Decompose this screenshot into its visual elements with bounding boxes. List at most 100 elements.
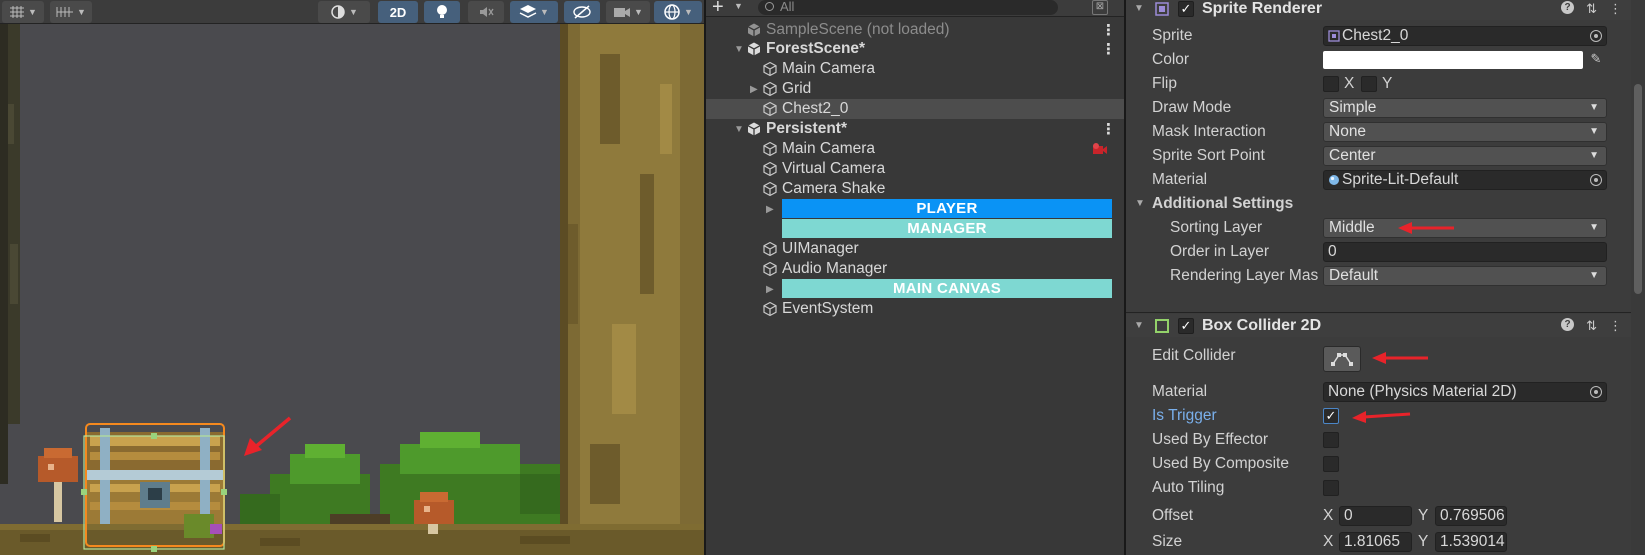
draw-mode-dropdown[interactable]: Simple ▼ [1323, 98, 1607, 118]
gizmos-button[interactable]: ▼ [654, 1, 702, 23]
hierarchy-search-input[interactable]: All [758, 0, 1058, 15]
view-2d-toggle[interactable]: 2D [378, 1, 418, 23]
hierarchy-item-main-canvas[interactable]: ▶ MAIN CANVAS [706, 279, 1124, 299]
flip-y-label: Y [1382, 75, 1393, 92]
eyedropper-icon[interactable]: ✎ [1586, 51, 1606, 69]
presets-icon[interactable]: ⇅ [1586, 318, 1597, 334]
gameobject-cube-icon [762, 61, 778, 77]
fold-arrow-icon[interactable]: ▼ [1134, 3, 1144, 14]
more-options-icon[interactable]: ⋮ [1101, 21, 1116, 39]
help-icon[interactable]: ? [1561, 317, 1575, 331]
scene-canvas[interactable] [0, 24, 704, 555]
flip-x-checkbox[interactable] [1323, 76, 1339, 92]
effects-button[interactable]: ▼ [510, 1, 558, 23]
collider-handle-left[interactable] [81, 489, 87, 495]
more-options-icon[interactable]: ⋮ [1101, 40, 1116, 58]
is-trigger-checkbox[interactable]: ✓ [1323, 408, 1339, 424]
mask-interaction-dropdown[interactable]: None ▼ [1323, 122, 1607, 142]
scene-view[interactable]: ▼ ▼ ▼ 2D ▼ ▼ ▼ [0, 0, 704, 555]
draw-mode-button[interactable]: ▼ [318, 1, 370, 23]
hierarchy-item-2[interactable]: Main Camera [706, 59, 1124, 79]
material-object-field[interactable]: Sprite-Lit-Default [1323, 170, 1607, 190]
grid-snap-button[interactable]: ▼ [2, 1, 44, 23]
offset-x-input[interactable]: 0 [1339, 506, 1412, 526]
chevron-down-icon: ▼ [1589, 222, 1599, 233]
presets-icon[interactable]: ⇅ [1586, 1, 1597, 17]
chevron-down-icon[interactable]: ▼ [734, 1, 743, 11]
property-label: Sprite Sort Point [1152, 147, 1265, 164]
used-by-effector-checkbox[interactable] [1323, 432, 1339, 448]
hierarchy-item-manager[interactable]: MANAGER [706, 219, 1124, 239]
collider-handle-right[interactable] [221, 489, 227, 495]
hierarchy-item-label: Camera Shake [782, 180, 886, 197]
sorting-layer-dropdown[interactable]: Middle ▼ [1323, 218, 1607, 238]
audio-toggle[interactable] [468, 1, 504, 23]
more-options-icon[interactable]: ⋮ [1609, 1, 1622, 17]
additional-settings-foldout[interactable]: ▼ Additional Settings [1126, 192, 1632, 216]
collider-handle-top[interactable] [151, 433, 157, 439]
scrollbar-thumb[interactable] [1634, 84, 1642, 294]
used-by-composite-checkbox[interactable] [1323, 456, 1339, 472]
box-collider-icon [1155, 318, 1169, 333]
physics-material-value: None (Physics Material 2D) [1328, 383, 1517, 400]
size-y-input[interactable]: 1.539014 [1435, 532, 1507, 552]
color-swatch[interactable] [1323, 51, 1583, 69]
hierarchy-item-8[interactable]: Camera Shake [706, 179, 1124, 199]
object-picker-icon[interactable] [1590, 386, 1602, 398]
chest-sprite[interactable] [86, 428, 224, 538]
hierarchy-item-7[interactable]: Virtual Camera [706, 159, 1124, 179]
sprite-renderer-header[interactable]: ▼ ✓ Sprite Renderer ? ⇅ ⋮ [1126, 0, 1632, 20]
hierarchy-item-3[interactable]: ▶ Grid [706, 79, 1124, 99]
lighting-toggle[interactable] [424, 1, 460, 23]
object-picker-icon[interactable] [1590, 174, 1602, 186]
add-object-button[interactable]: + [712, 0, 724, 19]
hierarchy-item-4[interactable]: Chest2_0 [706, 99, 1124, 119]
hierarchy-item-11[interactable]: UIManager [706, 239, 1124, 259]
sprite-value: Chest2_0 [1342, 27, 1409, 44]
expand-arrow-icon[interactable]: ▶ [766, 284, 774, 295]
collapse-arrow-icon[interactable]: ▼ [734, 124, 744, 135]
sprite-object-field[interactable]: Chest2_0 [1323, 26, 1607, 46]
lock-icon[interactable]: ⊠ [1092, 0, 1108, 15]
hierarchy-item-6[interactable]: Main Camera [706, 139, 1124, 159]
annotation-arrow [1372, 352, 1428, 364]
hierarchy-scene-5[interactable]: ▼ Persistent* ⋮ [706, 119, 1124, 139]
fold-arrow-icon[interactable]: ▼ [1135, 198, 1145, 209]
hierarchy-scene-1[interactable]: ▼ ForestScene* ⋮ [706, 39, 1124, 59]
search-placeholder: All [780, 0, 795, 14]
fold-arrow-icon[interactable]: ▼ [1134, 320, 1144, 331]
property-label: Auto Tiling [1152, 479, 1225, 496]
expand-arrow-icon[interactable]: ▶ [750, 84, 758, 95]
camera-settings-button[interactable]: ▼ [606, 1, 650, 23]
scene-visibility-toggle[interactable] [564, 1, 600, 23]
help-icon[interactable]: ? [1561, 0, 1575, 14]
more-options-icon[interactable]: ⋮ [1101, 120, 1116, 138]
order-in-layer-input[interactable]: 0 [1323, 242, 1607, 262]
component-enabled-checkbox[interactable]: ✓ [1178, 0, 1194, 17]
rendering-layer-dropdown[interactable]: Default ▼ [1323, 266, 1607, 286]
collider-handle-bottom[interactable] [151, 546, 157, 552]
size-x-input[interactable]: 1.81065 [1339, 532, 1412, 552]
auto-tiling-checkbox[interactable] [1323, 480, 1339, 496]
sort-point-dropdown[interactable]: Center ▼ [1323, 146, 1607, 166]
hierarchy-scene-0[interactable]: SampleScene (not loaded) ⋮ [706, 20, 1124, 40]
hierarchy-item-12[interactable]: Audio Manager [706, 259, 1124, 279]
offset-y-input[interactable]: 0.769506 [1435, 506, 1507, 526]
hierarchy-item-player[interactable]: ▶ PLAYER [706, 199, 1124, 219]
expand-arrow-icon[interactable]: ▶ [766, 204, 774, 215]
mask-interaction-property: Mask Interaction None ▼ [1126, 120, 1632, 144]
component-enabled-checkbox[interactable]: ✓ [1178, 317, 1194, 334]
box-collider-header[interactable]: ▼ ✓ Box Collider 2D ? ⇅ ⋮ [1126, 314, 1632, 337]
inspector-scrollbar[interactable] [1631, 0, 1645, 555]
edit-collider-button[interactable] [1323, 346, 1361, 372]
physics-material-field[interactable]: None (Physics Material 2D) [1323, 382, 1607, 402]
hierarchy-item-14[interactable]: EventSystem [706, 299, 1124, 319]
flip-y-checkbox[interactable] [1361, 76, 1377, 92]
size-property: Size X 1.81065 Y 1.539014 [1126, 530, 1632, 554]
gameobject-cube-icon [762, 261, 778, 277]
rendering-layer-property: Rendering Layer Mas Default ▼ [1126, 264, 1632, 288]
snap-increment-button[interactable]: ▼ [50, 1, 92, 23]
object-picker-icon[interactable] [1590, 30, 1602, 42]
collapse-arrow-icon[interactable]: ▼ [734, 44, 744, 55]
more-options-icon[interactable]: ⋮ [1609, 318, 1622, 334]
